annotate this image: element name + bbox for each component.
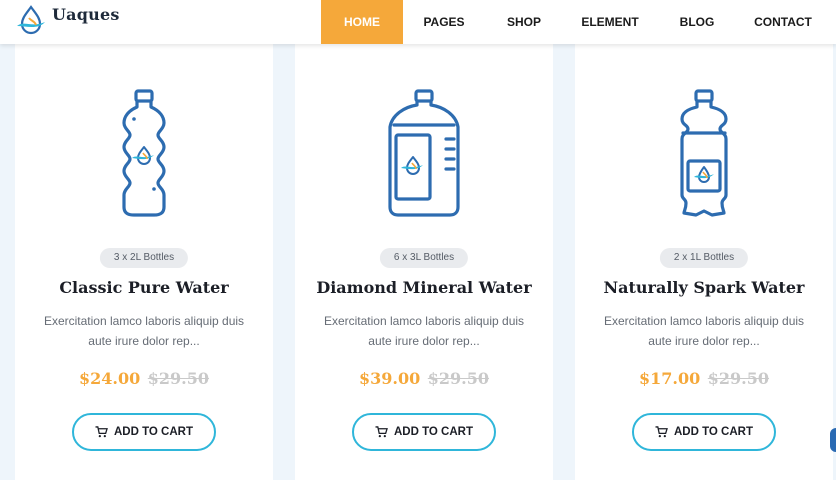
main-nav: HOME PAGES SHOP ELEMENT BLOG CONTACT [321, 0, 829, 44]
old-price: $29.50 [427, 369, 490, 388]
price-row: $17.00 $29.50 [575, 369, 833, 388]
current-price: $39.00 [358, 369, 421, 388]
large-jug-icon[interactable] [384, 89, 464, 219]
product-card: 3 x 2L Bottles Classic Pure Water Exerci… [15, 44, 273, 480]
nav-item-pages[interactable]: PAGES [403, 0, 485, 44]
price-row: $39.00 $29.50 [295, 369, 553, 388]
bottom-divider [0, 480, 836, 484]
pack-size-badge: 3 x 2L Bottles [99, 248, 189, 268]
add-to-cart-label: ADD TO CART [113, 426, 193, 438]
nav-item-shop[interactable]: SHOP [485, 0, 563, 44]
product-description: Exercitation lamco laboris aliquip duis … [43, 314, 245, 348]
cart-icon [95, 426, 108, 438]
brand-name: Uaques [52, 4, 120, 24]
product-description: Exercitation lamco laboris aliquip duis … [603, 314, 805, 348]
add-to-cart-label: ADD TO CART [673, 426, 753, 438]
site-header: Uaques HOME PAGES SHOP ELEMENT BLOG CONT… [0, 0, 836, 44]
small-bottle-icon[interactable] [114, 89, 174, 219]
old-price: $29.50 [147, 369, 210, 388]
cart-icon [375, 426, 388, 438]
scroll-to-top-button[interactable] [830, 428, 836, 452]
product-title[interactable]: Diamond Mineral Water [295, 278, 553, 297]
product-description: Exercitation lamco laboris aliquip duis … [323, 314, 525, 348]
water-drop-logo-icon [17, 5, 45, 35]
add-to-cart-button[interactable]: ADD TO CART [72, 413, 216, 451]
add-to-cart-button[interactable]: ADD TO CART [632, 413, 776, 451]
cart-icon [655, 426, 668, 438]
product-title[interactable]: Naturally Spark Water [575, 278, 833, 297]
price-row: $24.00 $29.50 [15, 369, 273, 388]
soda-bottle-icon[interactable] [674, 89, 734, 219]
product-card: 2 x 1L Bottles Naturally Spark Water Exe… [575, 44, 833, 480]
logo[interactable]: Uaques [14, 4, 120, 38]
nav-item-element[interactable]: ELEMENT [563, 0, 657, 44]
current-price: $24.00 [78, 369, 141, 388]
pack-size-badge: 2 x 1L Bottles [659, 248, 749, 268]
add-to-cart-button[interactable]: ADD TO CART [352, 413, 496, 451]
product-card: 6 x 3L Bottles Diamond Mineral Water Exe… [295, 44, 553, 480]
old-price: $29.50 [707, 369, 770, 388]
nav-item-blog[interactable]: BLOG [657, 0, 737, 44]
nav-item-home[interactable]: HOME [321, 0, 403, 44]
current-price: $17.00 [638, 369, 701, 388]
nav-item-contact[interactable]: CONTACT [737, 0, 829, 44]
pack-size-badge: 6 x 3L Bottles [379, 248, 469, 268]
add-to-cart-label: ADD TO CART [393, 426, 473, 438]
product-title[interactable]: Classic Pure Water [15, 278, 273, 297]
